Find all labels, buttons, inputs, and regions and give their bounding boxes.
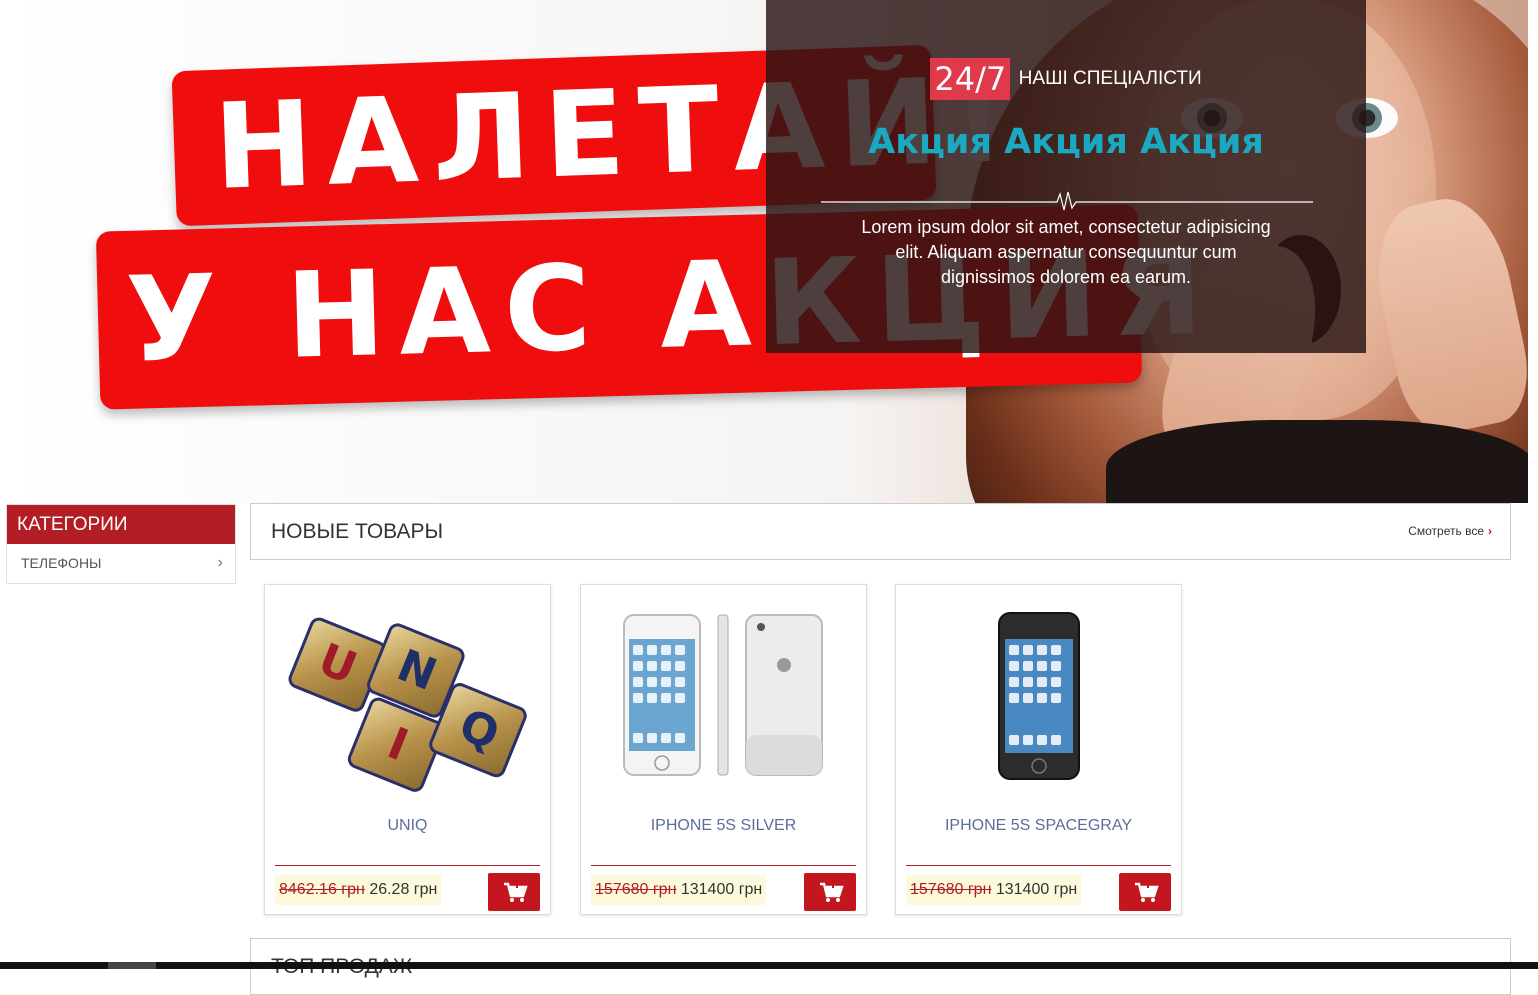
horizontal-scrollbar[interactable]	[0, 962, 1538, 969]
old-price: 8462.16 грн	[279, 881, 365, 898]
product-price: 157680 грн 131400 грн	[906, 875, 1082, 905]
new-price: 131400 грн	[680, 881, 763, 898]
see-all-label: Смотреть все	[1408, 524, 1484, 538]
add-to-cart-button[interactable]	[1119, 873, 1171, 911]
hero-slider: НАЛЕТАЙ! У НАС АКЦИЯ 24/7 НАШІ СПЕЦІАЛІС…	[6, 0, 1528, 503]
specialists-label: НАШІ СПЕЦІАЛІСТИ	[1018, 68, 1202, 89]
new-price: 131400 грн	[995, 881, 1078, 898]
category-item-phones[interactable]: ТЕЛЕФОНЫ ›	[7, 544, 235, 582]
product-card[interactable]: U N I Q UNIQ 8462.16 грн 26.28 грн	[264, 584, 551, 915]
see-all-link[interactable]: Смотреть все ›	[1408, 504, 1492, 559]
price-divider	[275, 865, 540, 866]
product-name[interactable]: IPHONE 5S SILVER	[581, 817, 866, 835]
new-price: 26.28 грн	[369, 881, 438, 898]
chevron-right-icon: ›	[1488, 524, 1492, 538]
old-price: 157680 грн	[595, 881, 677, 898]
category-label: ТЕЛЕФОНЫ	[21, 555, 102, 571]
product-card[interactable]: IPHONE 5S SPACEGRAY 157680 грн 131400 гр…	[895, 584, 1182, 915]
product-price: 8462.16 грн 26.28 грн	[275, 875, 442, 905]
product-image-iphone-spacegray[interactable]	[906, 595, 1171, 795]
cart-plus-icon	[1135, 880, 1159, 902]
product-name[interactable]: UNIQ	[265, 817, 550, 835]
add-to-cart-button[interactable]	[488, 873, 540, 911]
promo-overlay: 24/7 НАШІ СПЕЦІАЛІСТИ Акция Акция Акция …	[766, 0, 1366, 353]
categories-panel: КАТЕГОРИИ ТЕЛЕФОНЫ ›	[6, 504, 236, 584]
product-name[interactable]: IPHONE 5S SPACEGRAY	[896, 817, 1181, 835]
badge-247: 24/7	[930, 58, 1011, 100]
new-products-title: НОВЫЕ ТОВАРЫ	[271, 520, 444, 543]
product-card[interactable]: IPHONE 5S SILVER 157680 грн 131400 грн	[580, 584, 867, 915]
pulse-divider-icon	[821, 191, 1313, 211]
product-price: 157680 грн 131400 грн	[591, 875, 767, 905]
cart-plus-icon	[820, 880, 844, 902]
scrollbar-thumb[interactable]	[108, 962, 156, 969]
product-image-iphone-silver[interactable]	[591, 595, 856, 795]
price-divider	[906, 865, 1171, 866]
new-products-header: НОВЫЕ ТОВАРЫ Смотреть все ›	[250, 503, 1511, 560]
old-price: 157680 грн	[910, 881, 992, 898]
promo-headline: Акция Акция Акция	[868, 122, 1264, 162]
product-image-uniq[interactable]: U N I Q	[275, 595, 540, 795]
promo-text: Lorem ipsum dolor sit amet, consectetur …	[861, 217, 1271, 287]
chevron-right-icon: ›	[217, 554, 223, 571]
cart-plus-icon	[504, 880, 528, 902]
price-divider	[591, 865, 856, 866]
categories-title: КАТЕГОРИИ	[7, 505, 235, 544]
hero-photo-shirt	[1106, 420, 1528, 503]
add-to-cart-button[interactable]	[804, 873, 856, 911]
promo-tagline: 24/7 НАШІ СПЕЦІАЛІСТИ	[766, 58, 1366, 100]
